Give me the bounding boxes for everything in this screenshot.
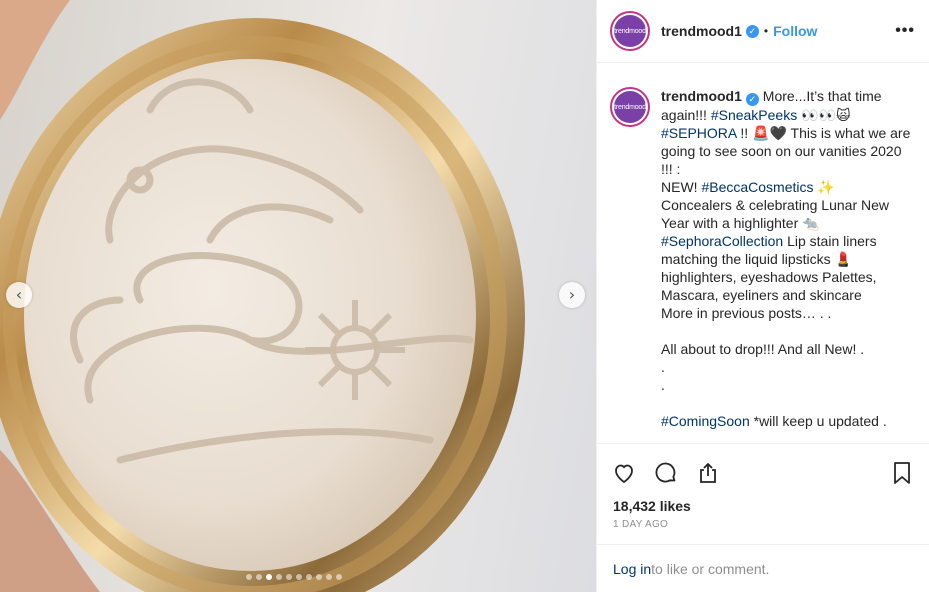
header-username[interactable]: trendmood1 xyxy=(661,23,742,39)
instagram-post: ‹ › trendmood trendmood1 ✓ • Follow ••• … xyxy=(0,0,929,592)
avatar[interactable]: trendmood xyxy=(610,11,650,51)
verified-badge-icon: ✓ xyxy=(745,24,759,38)
post-timestamp[interactable]: 1 DAY AGO xyxy=(597,519,929,530)
caption-text: trendmood1 ✓ More...It’s that time again!… xyxy=(661,87,917,443)
carousel-dot xyxy=(246,574,252,580)
comment-icon[interactable] xyxy=(653,460,679,486)
carousel-dot xyxy=(276,574,282,580)
carousel-dot xyxy=(326,574,332,580)
action-bar xyxy=(597,450,929,495)
carousel-dot xyxy=(256,574,262,580)
hashtag-link[interactable]: #SephoraCollection xyxy=(661,233,783,249)
caption-username[interactable]: trendmood1 xyxy=(661,88,742,104)
comment-bar: Log in to like or comment. xyxy=(597,544,929,592)
share-icon[interactable] xyxy=(695,460,721,486)
carousel-dot xyxy=(286,574,292,580)
bookmark-icon[interactable] xyxy=(889,460,915,486)
follow-button[interactable]: Follow xyxy=(773,23,817,39)
hashtag-link[interactable]: #BeccaCosmetics xyxy=(701,179,813,195)
post-sidebar: trendmood trendmood1 ✓ • Follow ••• tren… xyxy=(596,0,929,592)
hashtag-link[interactable]: #SEPHORA xyxy=(661,125,736,141)
carousel-dot xyxy=(316,574,322,580)
chevron-right-icon: › xyxy=(568,285,576,304)
avatar-image: trendmood xyxy=(614,15,646,47)
hashtag-link[interactable]: #SneakPeeks xyxy=(711,107,797,123)
verified-badge-icon: ✓ xyxy=(745,92,759,106)
heart-icon[interactable] xyxy=(611,460,637,486)
post-media[interactable]: ‹ › xyxy=(0,0,596,592)
carousel-next-button[interactable]: › xyxy=(559,282,585,308)
chevron-left-icon: ‹ xyxy=(15,285,23,304)
caption-segment: *will keep u updated . xyxy=(749,412,887,429)
caption-segment: 👀👀🙀 xyxy=(801,106,851,123)
login-prompt-text: to like or comment. xyxy=(651,560,770,577)
post-header: trendmood trendmood1 ✓ • Follow ••• xyxy=(597,0,929,63)
carousel-dot xyxy=(296,574,302,580)
carousel-dot xyxy=(306,574,312,580)
carousel-prev-button[interactable]: ‹ xyxy=(6,282,32,308)
carousel-indicator xyxy=(246,574,342,580)
carousel-dot xyxy=(266,574,272,580)
hashtag-link[interactable]: #ComingSoon xyxy=(661,413,750,429)
more-options-icon[interactable]: ••• xyxy=(895,22,915,40)
login-link[interactable]: Log in xyxy=(613,561,651,577)
likes-count[interactable]: 18,432 likes xyxy=(597,495,929,517)
dot-separator: • xyxy=(763,24,769,38)
avatar-image: trendmood xyxy=(614,91,646,123)
carousel-dot xyxy=(336,574,342,580)
caption-segment: Lip stain liners matching the liquid lip… xyxy=(661,232,877,393)
caption-avatar[interactable]: trendmood xyxy=(610,87,650,127)
highlighter-compact-photo xyxy=(0,0,525,592)
caption-section: trendmood trendmood1 ✓ More...It’s that t… xyxy=(597,63,929,444)
